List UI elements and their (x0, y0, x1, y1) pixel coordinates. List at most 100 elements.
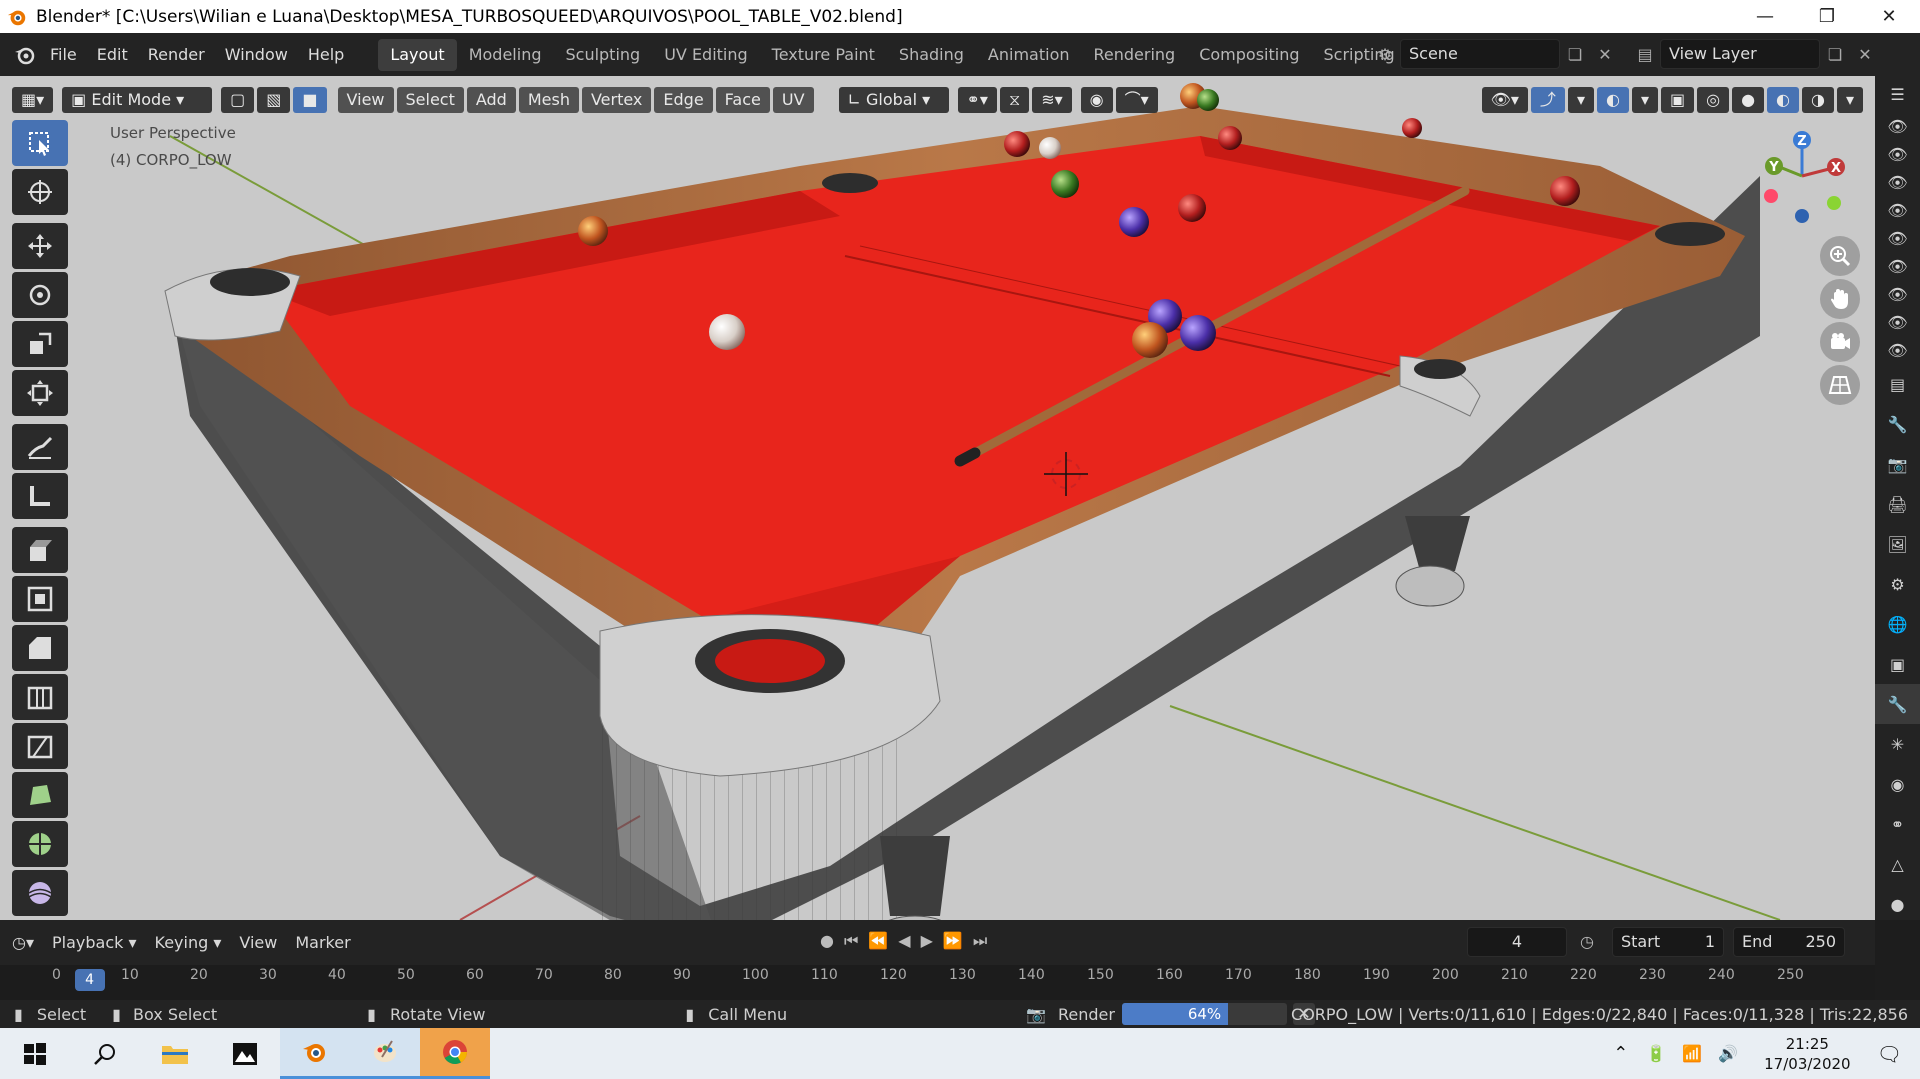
photos-icon[interactable] (210, 1028, 280, 1079)
wireframe-shading-icon[interactable]: ◎ (1697, 87, 1730, 113)
preview-range-icon[interactable]: ◷ (1580, 932, 1594, 951)
delete-view-layer-icon[interactable]: ✕ (1850, 39, 1880, 69)
start-frame-field[interactable]: Start 1 (1612, 927, 1724, 957)
object-properties-icon[interactable]: ▣ (1875, 644, 1920, 684)
timeline-ruler[interactable]: 0 4 10 20 30 40 50 60 70 80 90 100 110 120 130 140 150 16… (0, 965, 1875, 1000)
rotate-tool[interactable] (12, 272, 68, 318)
jump-end-icon[interactable]: ⏭ (973, 931, 987, 951)
scene-selector-icon[interactable]: ⚙ (1370, 39, 1400, 69)
visibility-eye-icon[interactable]: 👁 (1875, 168, 1920, 196)
end-frame-field[interactable]: End 250 (1733, 927, 1845, 957)
menu-render[interactable]: Render (138, 33, 215, 76)
spin-tool[interactable] (12, 821, 68, 867)
taskbar-clock[interactable]: 21:25 17/03/2020 (1764, 1034, 1850, 1074)
tab-uv-editing[interactable]: UV Editing (652, 39, 759, 71)
visibility-eye-icon[interactable]: 👁 (1875, 140, 1920, 168)
jump-start-icon[interactable]: ⏮ (844, 931, 858, 951)
shading-dropdown-icon[interactable]: ▾ (1836, 87, 1863, 113)
particles-properties-icon[interactable]: ✳ (1875, 724, 1920, 764)
visibility-eye-icon[interactable]: 👁 (1875, 336, 1920, 364)
outliner-editor-icon[interactable]: ☰ (1875, 76, 1920, 112)
tab-rendering[interactable]: Rendering (1082, 39, 1188, 71)
overlays-dropdown-icon[interactable]: ▾ (1631, 87, 1658, 113)
visibility-eye-icon[interactable]: 👁 (1875, 224, 1920, 252)
material-properties-icon[interactable]: ● (1875, 884, 1920, 924)
tab-sculpting[interactable]: Sculpting (553, 39, 652, 71)
transform-tool[interactable] (12, 370, 68, 416)
close-button[interactable]: ✕ (1858, 0, 1920, 33)
scene-name-field[interactable]: Scene (1400, 39, 1560, 69)
pan-hand-icon[interactable] (1820, 279, 1860, 319)
xray-toggle-icon[interactable]: ▣ (1660, 87, 1695, 113)
timeline-menu-marker[interactable]: Marker (295, 933, 350, 952)
menu-view[interactable]: View (337, 87, 394, 113)
new-view-layer-icon[interactable]: ❏ (1820, 39, 1850, 69)
visibility-eye-icon[interactable]: 👁 (1875, 196, 1920, 224)
knife-tool[interactable] (12, 723, 68, 769)
timeline-menu-keying[interactable]: Keying ▾ (155, 933, 222, 952)
scale-tool[interactable] (12, 321, 68, 367)
menu-file[interactable]: File (40, 33, 87, 76)
menu-add[interactable]: Add (466, 87, 516, 113)
move-tool[interactable] (12, 223, 68, 269)
notifications-icon[interactable]: 🗨 (1877, 1042, 1902, 1066)
perspective-toggle-icon[interactable] (1820, 365, 1860, 405)
render-properties-icon[interactable]: 📷 (1875, 444, 1920, 484)
paint-icon[interactable] (350, 1028, 420, 1079)
proportional-falloff-icon[interactable]: ⌒▾ (1115, 87, 1158, 113)
windows-start-icon[interactable] (0, 1028, 70, 1079)
data-properties-icon[interactable]: △ (1875, 844, 1920, 884)
menu-edge[interactable]: Edge (654, 87, 713, 113)
gizmo-dropdown-icon[interactable]: ▾ (1567, 87, 1594, 113)
inset-tool[interactable] (12, 576, 68, 622)
transform-orientation-dropdown[interactable]: ∟ Global ▾ (838, 87, 949, 113)
current-frame-field[interactable]: 4 (1467, 927, 1567, 957)
menu-face[interactable]: Face (715, 87, 770, 113)
visibility-icon[interactable]: 👁▾ (1481, 87, 1528, 113)
extrude-tool[interactable] (12, 527, 68, 573)
playhead-frame[interactable]: 4 (74, 969, 105, 991)
scene-properties-icon[interactable]: ⚙ (1875, 564, 1920, 604)
menu-uv[interactable]: UV (772, 87, 814, 113)
view-layer-field[interactable]: View Layer (1660, 39, 1820, 69)
rendered-shading-icon[interactable]: ◑ (1802, 87, 1834, 113)
physics-properties-icon[interactable]: ◉ (1875, 764, 1920, 804)
auto-keying-icon[interactable]: ● (820, 931, 834, 951)
proportional-edit-icon[interactable]: ◉ (1080, 87, 1113, 113)
battery-icon[interactable]: 🔋 (1646, 1044, 1666, 1063)
menu-mesh[interactable]: Mesh (518, 87, 579, 113)
overlays-toggle-icon[interactable]: ◐ (1596, 87, 1629, 113)
constraints-properties-icon[interactable]: ⚭ (1875, 804, 1920, 844)
3d-viewport[interactable]: ▦▾ ▣ Edit Mode ▾ ▢ ▧ ■ View Select Add M… (0, 76, 1875, 920)
properties-editor-icon[interactable]: ▤ (1875, 364, 1920, 404)
zoom-icon[interactable] (1820, 236, 1860, 276)
blender-menu-icon[interactable] (10, 40, 40, 70)
menu-edit[interactable]: Edit (87, 33, 138, 76)
menu-window[interactable]: Window (215, 33, 298, 76)
loop-cut-tool[interactable] (12, 674, 68, 720)
select-box-tool[interactable] (12, 120, 68, 166)
face-select-mode-button[interactable]: ■ (293, 87, 327, 113)
camera-view-icon[interactable] (1820, 322, 1860, 362)
blender-taskbar-icon[interactable] (280, 1028, 350, 1079)
chrome-icon[interactable] (420, 1028, 490, 1079)
timeline-menu-view[interactable]: View (239, 933, 277, 952)
view-layer-selector-icon[interactable]: ▤ (1630, 39, 1660, 69)
delete-scene-icon[interactable]: ✕ (1590, 39, 1620, 69)
editor-type-button[interactable]: ▦▾ (12, 87, 54, 113)
snap-settings-icon[interactable]: ≋▾ (1032, 87, 1072, 113)
vertex-select-mode-button[interactable]: ▢ (221, 87, 255, 113)
timeline-editor-type-icon[interactable]: ◷▾ (12, 933, 34, 952)
bevel-tool[interactable] (12, 625, 68, 671)
tab-animation[interactable]: Animation (976, 39, 1082, 71)
poly-build-tool[interactable] (12, 772, 68, 818)
pivot-point-icon[interactable]: ⚭▾ (957, 87, 997, 113)
annotate-tool[interactable] (12, 424, 68, 470)
jump-keyframe-forward-icon[interactable]: ⏩ (943, 931, 963, 951)
measure-tool[interactable] (12, 473, 68, 519)
jump-keyframe-back-icon[interactable]: ⏪ (868, 931, 888, 951)
tab-compositing[interactable]: Compositing (1187, 39, 1311, 71)
show-hidden-icons-icon[interactable]: ⌃ (1613, 1043, 1628, 1064)
tool-properties-icon[interactable]: 🔧 (1875, 404, 1920, 444)
new-scene-icon[interactable]: ❏ (1560, 39, 1590, 69)
